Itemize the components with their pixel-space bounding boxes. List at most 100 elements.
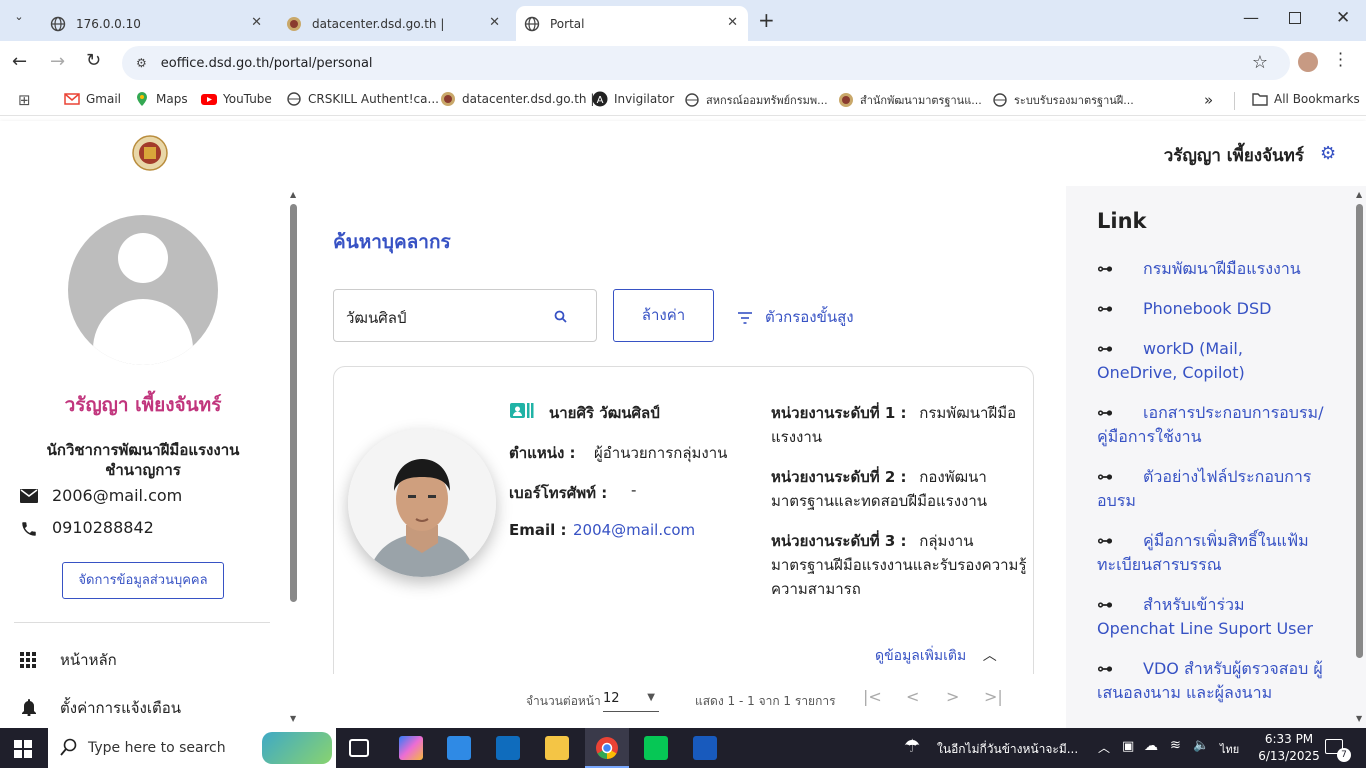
close-icon[interactable]: ✕ — [727, 15, 738, 30]
position-value: ผู้อำนวยการกลุ่มงาน — [594, 444, 728, 462]
copilot-icon[interactable] — [399, 736, 423, 760]
site-settings-icon[interactable]: ⚙ — [136, 56, 147, 70]
search-icon[interactable] — [554, 310, 567, 327]
tab-3-active[interactable]: Portal ✕ — [516, 6, 748, 41]
link-icon: ⊶ — [1097, 595, 1113, 614]
tab-search-button[interactable]: ⌄ — [8, 10, 30, 30]
more-info-toggle[interactable]: ดูข้อมูลเพิ่มเติม ︿ — [875, 645, 997, 667]
dsd-logo[interactable] — [132, 135, 168, 171]
windows-start-icon[interactable] — [14, 740, 32, 762]
back-arrow-icon[interactable]: ← — [12, 51, 27, 72]
dsd-favicon-icon — [440, 91, 456, 107]
outlook-icon[interactable] — [496, 736, 520, 760]
volume-icon[interactable]: 🔈 — [1193, 738, 1209, 753]
browser-toolbar: ← → ↻ ⚙ eoffice.dsd.go.th/portal/persona… — [0, 41, 1366, 85]
close-icon[interactable]: ✕ — [251, 15, 262, 30]
settings-gear-icon[interactable]: ⚙ — [1320, 143, 1336, 164]
profile-email: 2006@mail.com — [52, 486, 183, 505]
close-window-button[interactable]: ✕ — [1336, 8, 1350, 28]
bookmark-crskill[interactable]: CRSKILL Authent!ca... — [286, 91, 439, 107]
store-icon[interactable] — [447, 736, 471, 760]
link-item[interactable]: ⊶ Phonebook DSD — [1097, 297, 1327, 321]
forward-arrow-icon[interactable]: → — [50, 51, 65, 72]
apps-grid-icon[interactable]: ⊞ — [18, 91, 31, 109]
bookmark-datacenter[interactable]: datacenter.dsd.go.th | — [440, 91, 594, 107]
bookmark-star-icon[interactable]: ☆ — [1252, 52, 1268, 73]
menu-item-home[interactable]: หน้าหลัก — [20, 648, 270, 672]
bell-icon — [22, 699, 36, 720]
file-explorer-icon[interactable] — [545, 736, 569, 760]
first-page-icon[interactable]: |< — [863, 687, 882, 706]
bookmarks-overflow-icon[interactable]: » — [1204, 91, 1213, 109]
pagination-bar: จำนวนต่อหน้า 12 ▼ แสดง 1 - 1 จาก 1 รายกา… — [300, 674, 1066, 728]
link-icon: ⊶ — [1097, 299, 1113, 318]
manage-profile-button[interactable]: จัดการข้อมูลส่วนบุคคล — [62, 562, 224, 599]
menu-item-notification-settings[interactable]: ตั้งค่าการแจ้งเตือน — [20, 696, 270, 720]
bookmark-gmail[interactable]: Gmail — [64, 91, 121, 107]
link-item[interactable]: ⊶ สำหรับเข้าร่วม Openchat Line Suport Use… — [1097, 593, 1327, 641]
reload-icon[interactable]: ↻ — [86, 50, 101, 71]
line-icon[interactable] — [644, 736, 668, 760]
person-card: นายศิริ วัฒนศิลป์ ตำแหน่ง : ผู้อำนวยการก… — [333, 366, 1034, 696]
restore-button[interactable] — [1289, 12, 1301, 24]
link-item[interactable]: ⊶ กรมพัฒนาฝีมือแรงงาน — [1097, 257, 1327, 281]
address-bar[interactable]: ⚙ eoffice.dsd.go.th/portal/personal ☆ — [122, 46, 1290, 80]
email-label: Email : — [509, 521, 567, 539]
tray-device-icon[interactable]: ▣ — [1122, 739, 1134, 754]
profile-divider — [14, 622, 270, 623]
next-page-icon[interactable]: > — [946, 687, 959, 706]
per-page-select[interactable]: 12 ▼ — [603, 688, 659, 712]
bookmark-maps[interactable]: Maps — [134, 91, 188, 107]
link-item[interactable]: ⊶ เอกสารประกอบการอบรม/คู่มือการใช้งาน — [1097, 401, 1327, 449]
header-user-name: วรัญญา เพี้ยงจันทร์ — [1163, 146, 1304, 166]
link-item[interactable]: ⊶ VDO สำหรับผู้ตรวจสอบ ผู้เสนอลงนาม และผู… — [1097, 657, 1327, 705]
weather-icon[interactable]: ☂ — [904, 736, 920, 757]
bookmarks-divider — [1234, 92, 1235, 110]
bookmark-youtube[interactable]: YouTube — [201, 91, 272, 107]
person-photo — [348, 429, 496, 577]
prev-page-icon[interactable]: < — [906, 687, 919, 706]
profile-scrollbar[interactable]: ▲ ▼ — [288, 190, 300, 724]
dsd-favicon-icon — [286, 16, 302, 32]
clock-time[interactable]: 6:33 PM — [1258, 732, 1320, 746]
folder-icon — [1252, 91, 1268, 107]
avatar[interactable] — [1298, 52, 1318, 72]
menu-kebab-icon[interactable]: · · · — [1338, 46, 1343, 74]
range-text: แสดง 1 - 1 จาก 1 รายการ — [695, 694, 836, 708]
invigilator-icon: A — [592, 91, 608, 107]
link-icon: ⊶ — [1097, 339, 1113, 358]
close-icon[interactable]: ✕ — [489, 15, 500, 30]
phone-label: เบอร์โทรศัพท์ : — [509, 484, 608, 502]
clock-date[interactable]: 6/13/2025 — [1258, 749, 1320, 763]
link-item[interactable]: ⊶ ตัวอย่างไฟล์ประกอบการอบรม — [1097, 465, 1327, 513]
links-panel: Link ⊶ กรมพัฒนาฝีมือแรงงาน ⊶ Phonebook DSD… — [1066, 186, 1366, 728]
link-item[interactable]: ⊶ workD (Mail, OneDrive, Copilot) — [1097, 337, 1327, 385]
bookmark-invigilator[interactable]: A Invigilator — [592, 91, 674, 107]
tray-chevron-up-icon[interactable]: ︿ — [1098, 739, 1110, 756]
word-icon[interactable] — [693, 736, 717, 760]
minimize-button[interactable]: — — [1243, 8, 1259, 27]
link-item[interactable]: ⊶ คู่มือการเพิ่มสิทธิ์ในแฟ้มทะเบียนสารบรร… — [1097, 529, 1327, 577]
email-link[interactable]: 2004@mail.com — [573, 521, 695, 539]
svg-text:A: A — [597, 95, 604, 106]
last-page-icon[interactable]: >| — [984, 687, 1003, 706]
tab-1[interactable]: 176.0.0.10 ✕ — [38, 6, 272, 41]
chevron-up-icon: ︿ — [982, 648, 997, 664]
search-input[interactable]: วัฒนศิลป์ — [333, 289, 597, 342]
page-title: ค้นหาบุคลากร — [333, 231, 451, 253]
new-tab-button[interactable]: + — [758, 8, 775, 32]
input-language[interactable]: ไทย — [1220, 740, 1239, 758]
wifi-icon[interactable]: ≋ — [1170, 738, 1181, 753]
chrome-icon[interactable] — [585, 728, 629, 768]
bookmark-certification[interactable]: ระบบรับรองมาตรฐานฝี... — [992, 91, 1134, 109]
links-scrollbar[interactable]: ▲ ▼ — [1354, 190, 1366, 724]
bookmark-coop[interactable]: สหกรณ์ออมทรัพย์กรมพ... — [684, 91, 828, 109]
task-view-icon[interactable] — [349, 739, 369, 757]
all-bookmarks[interactable]: All Bookmarks — [1252, 91, 1360, 107]
clear-button[interactable]: ล้างค่า — [613, 289, 714, 342]
bookmark-standards-office[interactable]: สำนักพัฒนามาตรฐานแ... — [838, 91, 982, 109]
weather-text[interactable]: ในอีกไม่กี่วันข้างหน้าจะมี... — [937, 740, 1078, 759]
tab-2[interactable]: datacenter.dsd.go.th | ✕ — [276, 6, 510, 41]
taskbar-search-box[interactable]: Type here to search — [48, 728, 336, 768]
onedrive-cloud-icon[interactable]: ☁ — [1144, 738, 1158, 754]
